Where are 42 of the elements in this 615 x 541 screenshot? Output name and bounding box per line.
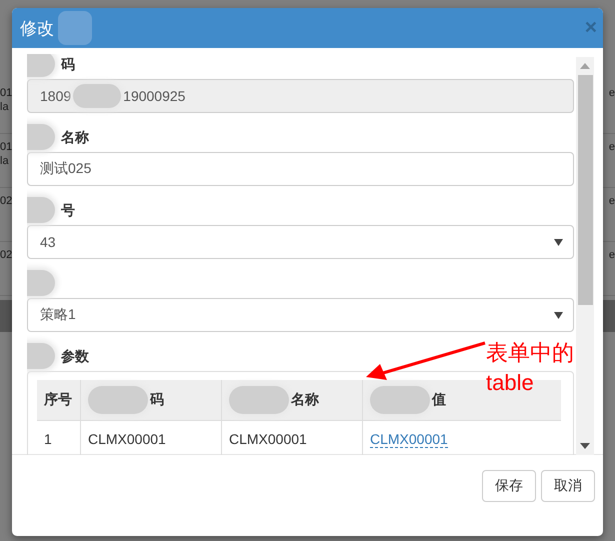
input-field: 1809 19000925 xyxy=(27,79,574,113)
background-text: e xyxy=(608,86,615,101)
redaction-mark xyxy=(370,386,430,414)
annotation-text: 表单中的 xyxy=(486,339,574,367)
input-field[interactable]: 测试025 xyxy=(27,152,574,186)
table-cell: CLMX00001 xyxy=(229,431,307,447)
dialog-button[interactable]: 保存 xyxy=(482,470,536,502)
dialog-button[interactable]: 取消 xyxy=(541,470,595,502)
dropdown[interactable]: 43 xyxy=(27,225,574,259)
background-text: la xyxy=(0,100,10,114)
caret-icon xyxy=(554,312,563,318)
background-text: e xyxy=(608,194,615,209)
dropdown[interactable]: 策略1 xyxy=(27,298,574,332)
field-label: 号 xyxy=(61,201,75,220)
column-header: 序号 xyxy=(44,391,72,409)
scrollbar-thumb[interactable] xyxy=(578,75,592,305)
column-header: 名称 xyxy=(291,391,319,409)
field-label: 参数 xyxy=(61,347,89,366)
background-text: e xyxy=(608,140,615,155)
background-text: 02 xyxy=(0,248,12,262)
dialog-title: 修改 xyxy=(20,18,54,40)
background-text: 01 xyxy=(0,86,12,100)
redaction-mark xyxy=(88,386,148,414)
background-text: 01 xyxy=(0,140,12,154)
table-cell: CLMX00001 xyxy=(88,431,166,447)
column-header: 值 xyxy=(432,391,446,409)
background-text: 02 xyxy=(0,194,12,208)
scroll-down-icon xyxy=(580,443,590,449)
background-text: e xyxy=(608,248,615,263)
background-text: la xyxy=(0,154,10,168)
editable-link[interactable]: CLMX00001 xyxy=(370,431,448,448)
redaction-mark xyxy=(58,11,92,45)
field-label: 码 xyxy=(61,55,75,74)
annotation-text: table xyxy=(486,369,535,397)
column-header: 码 xyxy=(150,391,164,409)
redaction-mark xyxy=(229,386,289,414)
table-cell: 1 xyxy=(44,431,52,447)
redaction-mark xyxy=(73,84,122,108)
scrollbar[interactable] xyxy=(576,57,594,455)
caret-icon xyxy=(554,238,563,246)
scroll-up-icon xyxy=(580,63,590,69)
field-label: 名称 xyxy=(61,128,89,147)
